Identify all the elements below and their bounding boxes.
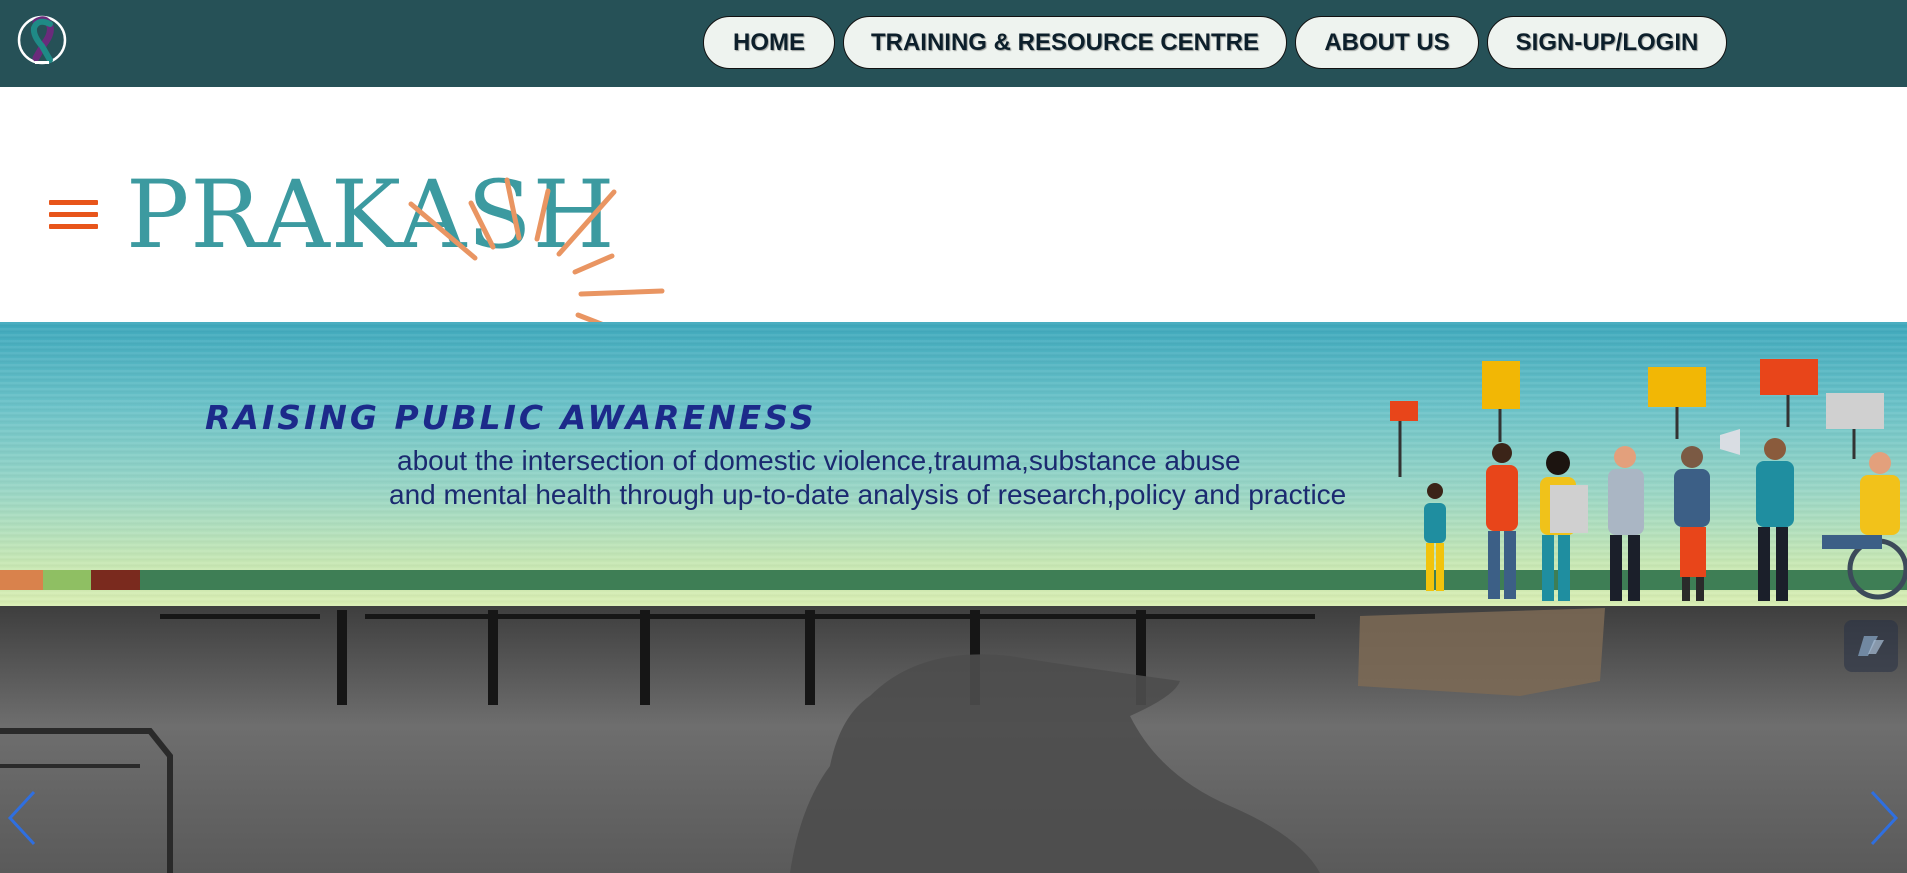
top-navigation-bar: HOME TRAINING & RESOURCE CENTRE ABOUT US… bbox=[0, 0, 1907, 87]
main-nav: HOME TRAINING & RESOURCE CENTRE ABOUT US… bbox=[703, 16, 1727, 69]
site-header: PRAKASH bbox=[0, 87, 1907, 393]
awareness-ribbon-icon[interactable] bbox=[16, 12, 70, 72]
activists-illustration bbox=[1390, 359, 1907, 601]
nav-signup-login-button[interactable]: SIGN-UP/LOGIN bbox=[1487, 16, 1727, 69]
color-stripe-light-green bbox=[43, 570, 91, 590]
nav-home-button[interactable]: HOME bbox=[703, 16, 835, 69]
hero-slider bbox=[0, 606, 1907, 873]
banner-title: Raising public awareness bbox=[205, 398, 817, 437]
banner-text-line-1: about the intersection of domestic viole… bbox=[397, 445, 1241, 476]
hamburger-menu-icon[interactable] bbox=[49, 200, 98, 236]
chevron-right-icon[interactable] bbox=[1866, 788, 1902, 848]
chevron-left-icon[interactable] bbox=[4, 788, 40, 848]
color-stripe-maroon bbox=[91, 570, 140, 590]
hero-slide-image bbox=[0, 606, 1907, 873]
nav-about-us-button[interactable]: ABOUT US bbox=[1295, 16, 1479, 69]
nav-training-resource-centre-button[interactable]: TRAINING & RESOURCE CENTRE bbox=[843, 16, 1287, 69]
color-stripe-orange bbox=[0, 570, 43, 590]
slash-widget-icon[interactable] bbox=[1844, 620, 1898, 672]
banner-text-line-2: and mental health through up-to-date ana… bbox=[389, 479, 1347, 510]
awareness-banner: Raising public awareness about the inter… bbox=[0, 322, 1907, 606]
